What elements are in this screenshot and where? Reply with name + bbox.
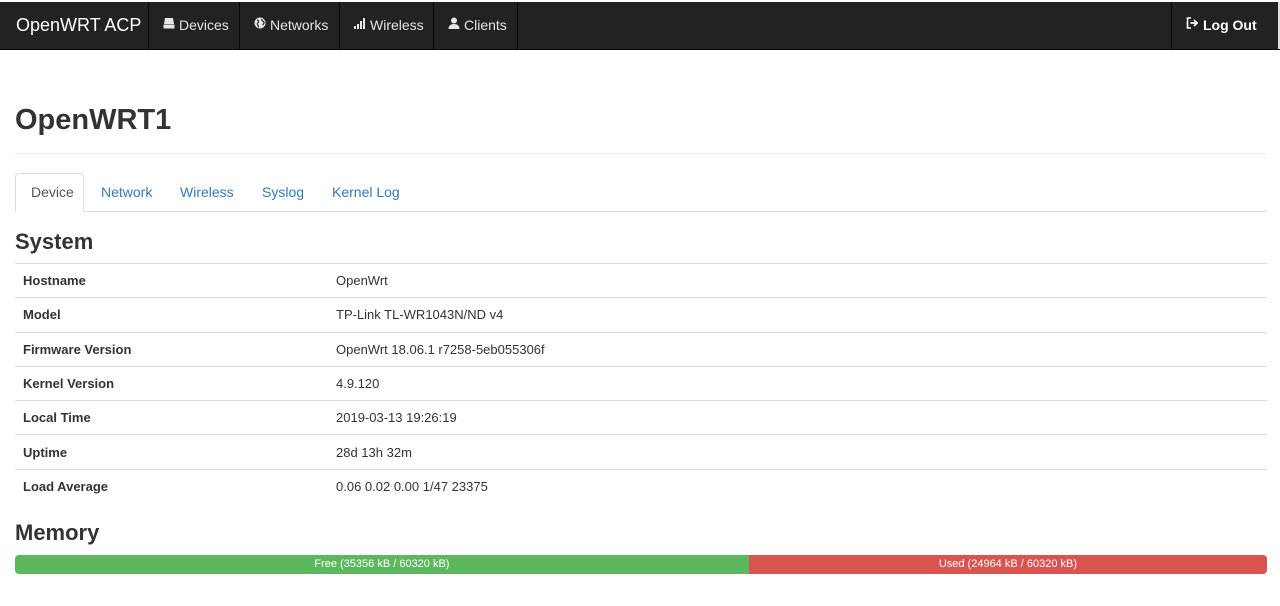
table-row: Load Average 0.06 0.02 0.00 1/47 23375 <box>15 468 1267 504</box>
row-key: Model <box>15 297 328 333</box>
table-row: Hostname OpenWrt <box>15 262 1267 298</box>
device-tabs: Device Network Wireless Syslog Kernel Lo… <box>15 173 1267 213</box>
row-key: Kernel Version <box>15 365 328 401</box>
signal-icon <box>354 1 366 48</box>
nav-networks-label: Networks <box>270 17 329 33</box>
nav-wireless[interactable]: Wireless <box>339 2 433 49</box>
row-value: TP-Link TL-WR1043N/ND v4 <box>328 297 1267 333</box>
nav-clients[interactable]: Clients <box>433 2 518 49</box>
row-value: 2019-03-13 19:26:19 <box>328 400 1267 435</box>
memory-heading: Memory <box>15 520 100 545</box>
log-out-icon <box>1186 1 1199 48</box>
table-row: Local Time 2019-03-13 19:26:19 <box>15 400 1267 435</box>
hdd-icon <box>163 1 175 48</box>
tab-syslog[interactable]: Syslog <box>247 173 319 212</box>
logout-label: Log Out <box>1203 17 1257 33</box>
row-value: OpenWrt <box>328 262 1267 298</box>
memory-used-bar: Used (24964 kB / 60320 kB) <box>748 555 1267 574</box>
row-value: 0.06 0.02 0.00 1/47 23375 <box>328 468 1267 504</box>
title-divider <box>15 153 1267 154</box>
row-key: Local Time <box>15 400 328 435</box>
table-row: Uptime 28d 13h 32m <box>15 434 1267 470</box>
tab-wireless[interactable]: Wireless <box>165 173 249 212</box>
logout-button[interactable]: Log Out <box>1171 2 1280 49</box>
nav-devices-label: Devices <box>179 17 229 33</box>
nav-devices[interactable]: Devices <box>148 2 239 49</box>
nav-clients-label: Clients <box>464 17 507 33</box>
memory-progress-bar: Free (35356 kB / 60320 kB) Used (24964 k… <box>15 555 1267 574</box>
system-heading: System <box>15 229 94 254</box>
row-value: 28d 13h 32m <box>328 434 1267 470</box>
row-key: Firmware Version <box>15 331 328 367</box>
row-value: 4.9.120 <box>328 365 1267 401</box>
page-title: OpenWRT1 <box>15 104 172 136</box>
row-value: OpenWrt 18.06.1 r7258-5eb055306f <box>328 331 1267 367</box>
brand-link[interactable]: OpenWRT ACP <box>0 2 148 49</box>
memory-free-bar: Free (35356 kB / 60320 kB) <box>15 555 749 574</box>
row-key: Uptime <box>15 434 328 470</box>
nav-wireless-label: Wireless <box>370 17 424 33</box>
user-icon <box>448 1 460 48</box>
system-info-table: Hostname OpenWrt Model TP-Link TL-WR1043… <box>15 262 1267 504</box>
table-row: Firmware Version OpenWrt 18.06.1 r7258-5… <box>15 331 1267 367</box>
globe-icon <box>254 1 266 48</box>
row-key: Load Average <box>15 468 328 504</box>
tab-network[interactable]: Network <box>86 173 167 212</box>
table-row: Kernel Version 4.9.120 <box>15 365 1267 401</box>
table-row: Model TP-Link TL-WR1043N/ND v4 <box>15 297 1267 333</box>
top-navbar: OpenWRT ACP Devices Networks Wireless Cl… <box>0 2 1280 50</box>
row-key: Hostname <box>15 262 328 298</box>
tab-device[interactable]: Device <box>15 173 84 213</box>
tab-kernel-log[interactable]: Kernel Log <box>317 173 415 212</box>
nav-networks[interactable]: Networks <box>239 2 340 49</box>
